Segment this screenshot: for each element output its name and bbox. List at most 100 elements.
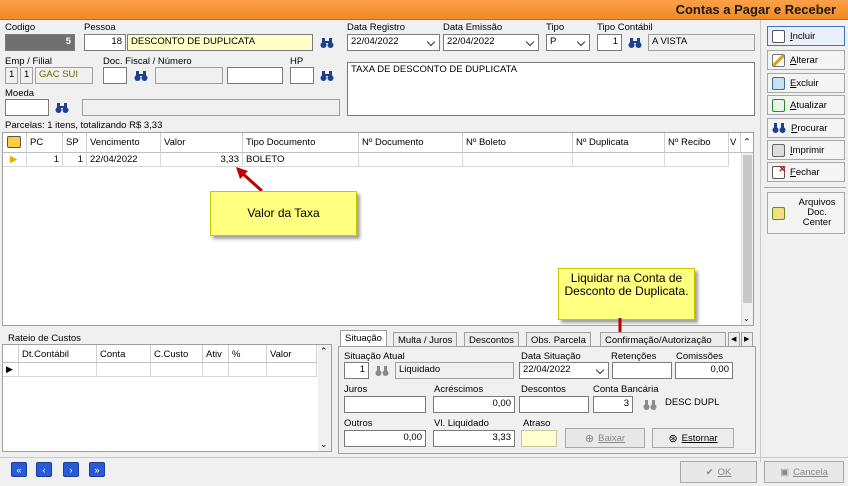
search-doc-fiscal-icon[interactable]: [134, 70, 148, 82]
rateio-row-ccusto[interactable]: [151, 363, 203, 377]
search-pessoa-icon[interactable]: [320, 37, 334, 49]
outros-field[interactable]: 0,00: [344, 430, 426, 447]
search-conta-bancaria-icon[interactable]: [643, 399, 657, 411]
row-num-boleto[interactable]: [463, 153, 573, 167]
col-num-recibo[interactable]: Nº Recibo: [665, 133, 729, 153]
row-pc[interactable]: 1: [27, 153, 63, 167]
alterar-button[interactable]: Alterar: [767, 50, 845, 70]
pessoa-code-field[interactable]: 18: [84, 34, 126, 51]
row-num-documento[interactable]: [359, 153, 463, 167]
rateio-col-ccusto[interactable]: C.Custo: [151, 345, 203, 363]
procurar-button[interactable]: Procurar: [767, 118, 845, 138]
rateio-grid[interactable]: Dt.Contábil Conta C.Custo Ativ % Valor ▶…: [2, 344, 332, 452]
observacao-textarea[interactable]: TAXA DE DESCONTO DE DUPLICATA: [347, 62, 755, 116]
rateio-scroll-up-icon[interactable]: ⌃: [320, 346, 328, 357]
numero-field[interactable]: [227, 67, 283, 84]
docs-center-button[interactable]: Arquivos Doc. Center: [767, 192, 845, 234]
juros-field[interactable]: [344, 396, 426, 413]
rateio-row-pct[interactable]: [229, 363, 267, 377]
cancela-button[interactable]: ▣ Cancela: [764, 461, 844, 483]
rateio-row-ativ[interactable]: [203, 363, 229, 377]
window-title: Contas a Pagar e Receber: [675, 2, 836, 17]
search-situacao-icon[interactable]: [375, 365, 389, 377]
data-registro-select[interactable]: 22/04/2022: [347, 34, 440, 51]
first-record-icon[interactable]: «: [11, 462, 27, 477]
tipo-contabil-code-field[interactable]: 1: [597, 34, 622, 51]
grid-corner: [3, 133, 27, 153]
pessoa-name-field[interactable]: DESCONTO DE DUPLICATA: [127, 34, 313, 51]
tab-multa-juros[interactable]: Multa / Juros: [393, 332, 458, 347]
conta-bancaria-code-field[interactable]: 3: [593, 396, 633, 413]
data-situacao-select[interactable]: 22/04/2022: [519, 362, 609, 379]
col-num-boleto[interactable]: Nº Boleto: [463, 133, 573, 153]
col-valor[interactable]: Valor: [161, 133, 243, 153]
col-v[interactable]: V: [729, 133, 741, 153]
atualizar-button[interactable]: Atualizar: [767, 95, 845, 115]
codigo-field[interactable]: 5: [5, 34, 75, 51]
tab-obs-parcela[interactable]: Obs. Parcela: [526, 332, 591, 347]
moeda-field[interactable]: [5, 99, 49, 116]
rateio-scroll-down-icon[interactable]: ⌄: [320, 439, 328, 450]
hp-field[interactable]: [290, 67, 314, 84]
tab-confirmacao[interactable]: Confirmação/Autorização: [600, 332, 726, 347]
filial-field: 1: [20, 67, 33, 84]
col-num-documento[interactable]: Nº Documento: [359, 133, 463, 153]
scroll-down-icon[interactable]: ⌄: [743, 314, 750, 323]
fechar-button[interactable]: ✕ Fechar: [767, 162, 845, 182]
excluir-button[interactable]: Excluir: [767, 73, 845, 93]
col-vencimento[interactable]: Vencimento: [87, 133, 161, 153]
situacao-code-field[interactable]: 1: [344, 362, 369, 379]
vl-liquidado-label: Vl. Liquidado: [434, 418, 489, 429]
conta-bancaria-name-field: DESC DUPL: [662, 396, 734, 413]
retencoes-field[interactable]: [612, 362, 672, 379]
descontos-field[interactable]: [519, 396, 589, 413]
printer-grid-icon[interactable]: [7, 136, 21, 148]
imprimir-button[interactable]: Imprimir: [767, 140, 845, 160]
vl-liquidado-field[interactable]: 3,33: [433, 430, 515, 447]
estornar-button[interactable]: ⊛ Estornar: [652, 428, 734, 448]
doc-fiscal-field[interactable]: [103, 67, 127, 84]
rateio-row-dt[interactable]: [19, 363, 97, 377]
col-sp[interactable]: SP: [63, 133, 87, 153]
rateio-col-valor[interactable]: Valor: [267, 345, 317, 363]
search-tipo-contabil-icon[interactable]: [628, 37, 642, 49]
tipo-select[interactable]: P: [546, 34, 590, 51]
grid-scroll-thumb[interactable]: [743, 155, 752, 303]
acrescimos-field[interactable]: 0,00: [433, 396, 515, 413]
tab-scroll-left-icon[interactable]: ◀: [728, 332, 740, 347]
next-record-icon[interactable]: ›: [63, 462, 79, 477]
rateio-scrollbar[interactable]: ⌃ ⌄: [318, 345, 331, 451]
comissoes-field[interactable]: 0,00: [675, 362, 733, 379]
data-emissao-select[interactable]: 22/04/2022: [443, 34, 539, 51]
codigo-label: Codigo: [5, 22, 36, 33]
col-pc[interactable]: PC: [27, 133, 63, 153]
prev-record-icon[interactable]: ‹: [36, 462, 52, 477]
tab-situacao[interactable]: Situação: [340, 330, 387, 347]
rateio-row-conta[interactable]: [97, 363, 151, 377]
row-vencimento[interactable]: 22/04/2022: [87, 153, 161, 167]
tab-scroll-right-icon[interactable]: ▶: [741, 332, 753, 347]
comissoes-label: Comissões: [676, 351, 723, 362]
search-moeda-icon[interactable]: [55, 102, 69, 114]
tab-descontos[interactable]: Descontos: [464, 332, 519, 347]
search-hp-icon[interactable]: [320, 70, 334, 82]
incluir-button[interactable]: Incluir: [767, 26, 845, 46]
scroll-up-icon[interactable]: ⌃: [741, 133, 753, 153]
row-num-duplicata[interactable]: [573, 153, 665, 167]
baixar-button[interactable]: ⊕ Baixar: [565, 428, 645, 448]
rateio-col-conta[interactable]: Conta: [97, 345, 151, 363]
rateio-col-ativ[interactable]: Ativ: [203, 345, 229, 363]
col-num-duplicata[interactable]: Nº Duplicata: [573, 133, 665, 153]
situacao-name-field: Liquidado: [395, 362, 514, 379]
grid-scrollbar[interactable]: ⌄: [741, 153, 753, 325]
col-tipo-documento[interactable]: Tipo Documento: [243, 133, 359, 153]
rateio-col-pct[interactable]: %: [229, 345, 267, 363]
title-bar: Contas a Pagar e Receber: [0, 0, 848, 20]
row-indicator-icon: ▶: [3, 153, 27, 167]
ok-button[interactable]: ✔ OK: [680, 461, 757, 483]
row-sp[interactable]: 1: [63, 153, 87, 167]
rateio-row-valor[interactable]: [267, 363, 317, 377]
row-num-recibo[interactable]: [665, 153, 729, 167]
rateio-col-dt[interactable]: Dt.Contábil: [19, 345, 97, 363]
last-record-icon[interactable]: »: [89, 462, 105, 477]
